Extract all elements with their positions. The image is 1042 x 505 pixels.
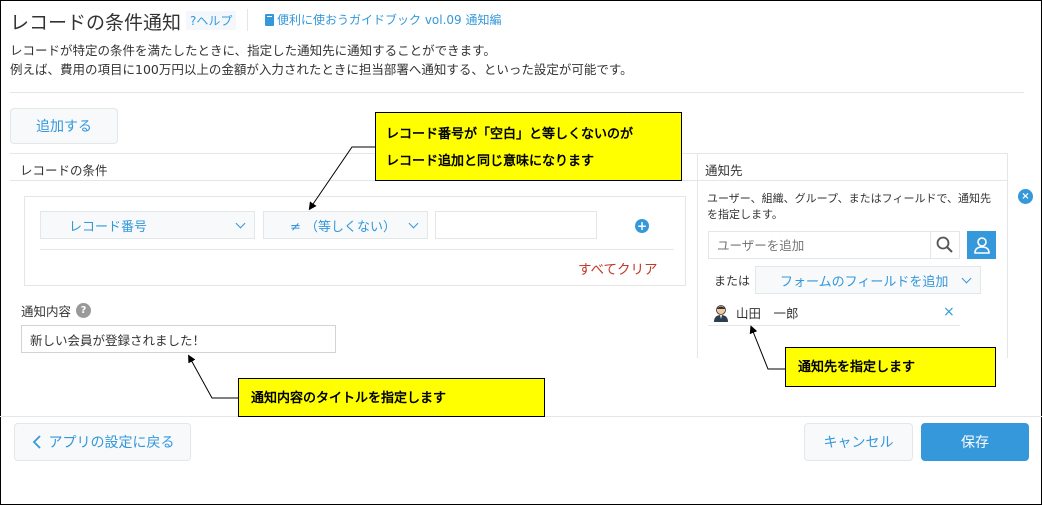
page-description: レコードが特定の条件を満たしたときに、指定した通知先に通知することができます。 …: [10, 41, 633, 79]
callout-condition-line-2: レコード追加と同じ意味になります: [386, 154, 595, 169]
or-label: または: [714, 274, 751, 288]
field-select-value: レコード番号: [69, 219, 148, 235]
field-select[interactable]: レコード番号: [40, 211, 255, 239]
operator-select[interactable]: ≠ （等しくない）: [263, 211, 428, 239]
cancel-button[interactable]: キャンセル: [804, 423, 913, 461]
recipient-description: ユーザー、組織、グループ、またはフィールドで、通知先を指定します。: [707, 192, 992, 221]
page-title: レコードの条件通知: [10, 12, 182, 34]
description-line-1: レコードが特定の条件を満たしたときに、指定した通知先に通知することができます。: [10, 43, 496, 58]
callout-content-note: 通知内容のタイトルを指定します: [238, 378, 545, 417]
chevron-down-icon: [408, 218, 419, 228]
guide-link[interactable]: 便利に使おうガイドブック vol.09 通知編: [265, 11, 502, 28]
book-icon: [265, 13, 274, 26]
column-divider: [697, 153, 698, 358]
save-button[interactable]: 保存: [921, 423, 1029, 461]
content-label-text: 通知内容: [21, 304, 72, 319]
user-avatar-icon: [714, 304, 728, 322]
help-link[interactable]: ?ヘルプ: [186, 11, 237, 30]
close-icon[interactable]: ×: [1018, 189, 1033, 204]
description-line-2: 例えば、費用の項目に100万円以上の金額が入力されたときに担当部署へ通知する、と…: [10, 62, 633, 77]
condition-divider: [40, 249, 674, 250]
chevron-down-icon: [961, 273, 972, 283]
add-form-field-label: フォームのフィールドを追加: [780, 274, 949, 290]
callout-condition-line-1: レコード番号が「空白」と等しくないのが: [386, 127, 634, 142]
callout-recipient-note: 通知先を指定します: [785, 347, 996, 387]
add-form-field-select[interactable]: フォームのフィールドを追加: [755, 266, 981, 294]
header-divider-line: [10, 92, 1024, 93]
add-button[interactable]: 追加する: [10, 108, 118, 144]
content-title-input[interactable]: [21, 325, 336, 353]
clear-all-link[interactable]: すべてクリア: [578, 258, 658, 278]
recipient-user-row: 山田 一郎: [708, 300, 960, 326]
search-icon: [936, 236, 953, 253]
operator-select-value: ≠ （等しくない）: [290, 219, 397, 235]
back-to-settings-button[interactable]: アプリの設定に戻る: [14, 423, 191, 461]
chevron-down-icon: [235, 218, 246, 228]
back-button-label: アプリの設定に戻る: [48, 435, 175, 451]
add-condition-icon[interactable]: +: [635, 219, 649, 233]
user-search-input[interactable]: [708, 231, 931, 259]
search-button[interactable]: [930, 231, 960, 259]
header-divider: [247, 9, 248, 31]
recipient-user-name: 山田 一郎: [736, 306, 799, 321]
column-divider: [1007, 153, 1008, 358]
user-picker-button[interactable]: [967, 231, 996, 259]
question-icon[interactable]: ?: [76, 303, 92, 318]
condition-value-input[interactable]: [435, 211, 597, 239]
recipient-column-header: 通知先: [697, 153, 1007, 181]
user-icon: [973, 237, 990, 254]
remove-user-icon[interactable]: ×: [943, 304, 955, 320]
guide-link-label: 便利に使おうガイドブック vol.09 通知編: [277, 13, 502, 27]
callout-condition-note: レコード番号が「空白」と等しくないのが レコード追加と同じ意味になります: [375, 112, 682, 181]
chevron-left-icon: [32, 435, 41, 449]
content-label: 通知内容 ?: [21, 301, 92, 320]
